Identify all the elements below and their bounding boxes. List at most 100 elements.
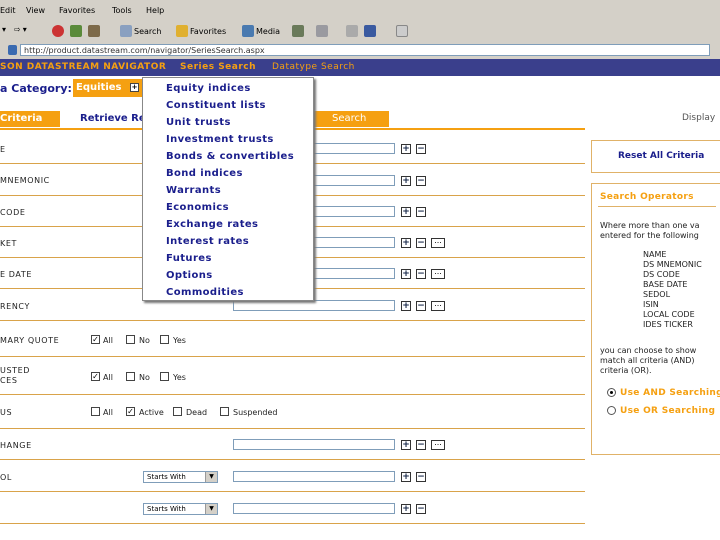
refresh-button[interactable] [70,25,82,37]
media-button[interactable]: Media [242,25,280,37]
status-dead-checkbox[interactable] [173,407,182,416]
and-option-label[interactable]: Use AND Searching [620,388,720,398]
add-icon[interactable]: + [401,207,411,217]
row-label-currency: RENCY [0,302,30,311]
url-input[interactable]: http://product.datastream.com/navigator/… [20,44,710,56]
search-button[interactable]: Search [120,25,161,37]
adjusted-no-checkbox[interactable] [126,372,135,381]
menu-help[interactable]: Help [146,6,164,15]
display-link[interactable]: Display [682,113,715,123]
edit-page-button[interactable] [396,25,408,37]
tab-retrieve[interactable]: Retrieve Re [80,113,146,124]
history-button[interactable] [292,25,304,37]
add-icon[interactable]: + [401,176,411,186]
print-icon [346,25,358,37]
operator-field: SEDOL [643,290,671,299]
dropdown-item-equity-indices[interactable]: Equity indices [166,83,251,94]
calendar-lookup-icon[interactable]: ... [431,268,445,279]
chevron-down-icon: ▼ [205,472,217,482]
dropdown-item-economics[interactable]: Economics [166,202,229,213]
remove-icon[interactable]: − [416,238,426,248]
remove-icon[interactable]: − [416,301,426,311]
dropdown-item-options[interactable]: Options [166,270,213,281]
add-icon[interactable]: + [401,504,411,514]
remove-icon[interactable]: − [416,207,426,217]
adjusted-all-checkbox[interactable]: ✓ [91,372,100,381]
nav-datatype-search[interactable]: Datatype Search [272,62,355,72]
stop-button[interactable] [52,25,64,37]
and-radio[interactable] [607,388,616,397]
adjusted-yes-checkbox[interactable] [160,372,169,381]
reset-all-criteria-link[interactable]: Reset All Criteria [618,151,704,161]
add-icon[interactable]: + [401,472,411,482]
add-icon[interactable]: + [401,269,411,279]
lookup-icon[interactable]: ... [431,439,445,450]
check-label-all: All [103,336,113,345]
remove-icon[interactable]: − [416,144,426,154]
row-label-market: KET [0,239,17,248]
sedol-input[interactable] [233,471,395,482]
dropdown-item-bond-indices[interactable]: Bond indices [166,168,243,179]
tab-criteria[interactable]: Criteria [0,111,60,127]
status-active-checkbox[interactable]: ✓ [126,407,135,416]
row-label-sedol: OL [0,473,12,482]
add-icon[interactable]: + [401,238,411,248]
row-label-status: US [0,408,13,417]
operators-intro: Where more than one va [600,221,700,230]
status-suspended-checkbox[interactable] [220,407,229,416]
menu-favorites[interactable]: Favorites [59,6,95,15]
menu-tools[interactable]: Tools [112,6,132,15]
currency-input[interactable] [233,300,395,311]
nav-series-search[interactable]: Series Search [180,62,256,72]
primary-no-checkbox[interactable] [126,335,135,344]
word-button[interactable] [364,25,376,37]
add-icon[interactable]: + [401,440,411,450]
remove-icon[interactable]: − [416,176,426,186]
dropdown-item-investment-trusts[interactable]: Investment trusts [166,134,274,145]
dropdown-item-exchange-rates[interactable]: Exchange rates [166,219,258,230]
back-button[interactable]: ▾ [2,25,6,34]
lookup-icon[interactable]: ... [431,237,445,248]
dropdown-item-warrants[interactable]: Warrants [166,185,221,196]
browser-toolbar: ▾ ⇨ ▾ Search Favorites Media [0,21,720,43]
home-button[interactable] [88,25,100,37]
remove-icon[interactable]: − [416,504,426,514]
favorites-button[interactable]: Favorites [176,25,226,37]
dropdown-item-unit-trusts[interactable]: Unit trusts [166,117,231,128]
isin-input[interactable] [233,503,395,514]
dropdown-item-constituent-lists[interactable]: Constituent lists [166,100,266,111]
or-radio[interactable] [607,406,616,415]
lookup-icon[interactable]: ... [431,300,445,311]
remove-icon[interactable]: − [416,472,426,482]
exchange-input[interactable] [233,439,395,450]
status-all-checkbox[interactable] [91,407,100,416]
primary-yes-checkbox[interactable] [160,335,169,344]
remove-icon[interactable]: − [416,269,426,279]
check-label-dead: Dead [186,408,208,417]
dropdown-item-futures[interactable]: Futures [166,253,212,264]
add-icon[interactable]: + [401,301,411,311]
forward-arrow-icon: ⇨ [14,25,21,34]
forward-button[interactable]: ⇨ ▾ [14,25,27,34]
or-option-label[interactable]: Use OR Searching [620,406,715,416]
star-icon [176,25,188,37]
search-submit-button[interactable]: Search [312,111,389,127]
dropdown-item-commodities[interactable]: Commodities [166,287,244,298]
dropdown-item-interest-rates[interactable]: Interest rates [166,236,249,247]
word-icon [364,25,376,37]
menu-edit[interactable]: Edit [0,6,16,15]
primary-all-checkbox[interactable]: ✓ [91,335,100,344]
dropdown-item-bonds[interactable]: Bonds & convertibles [166,151,294,162]
remove-icon[interactable]: − [416,440,426,450]
add-icon[interactable]: + [401,144,411,154]
print-button[interactable] [346,25,358,37]
operator-field: IDES TICKER [643,320,693,329]
sedol-match-select[interactable]: Starts With ▼ [143,471,218,483]
mail-button[interactable] [316,25,328,37]
isin-match-select[interactable]: Starts With ▼ [143,503,218,515]
category-select[interactable]: Equities + [73,79,145,97]
menu-view[interactable]: View [26,6,45,15]
chevron-down-icon: ▼ [205,504,217,514]
address-bar: http://product.datastream.com/navigator/… [0,42,720,60]
search-icon [120,25,132,37]
